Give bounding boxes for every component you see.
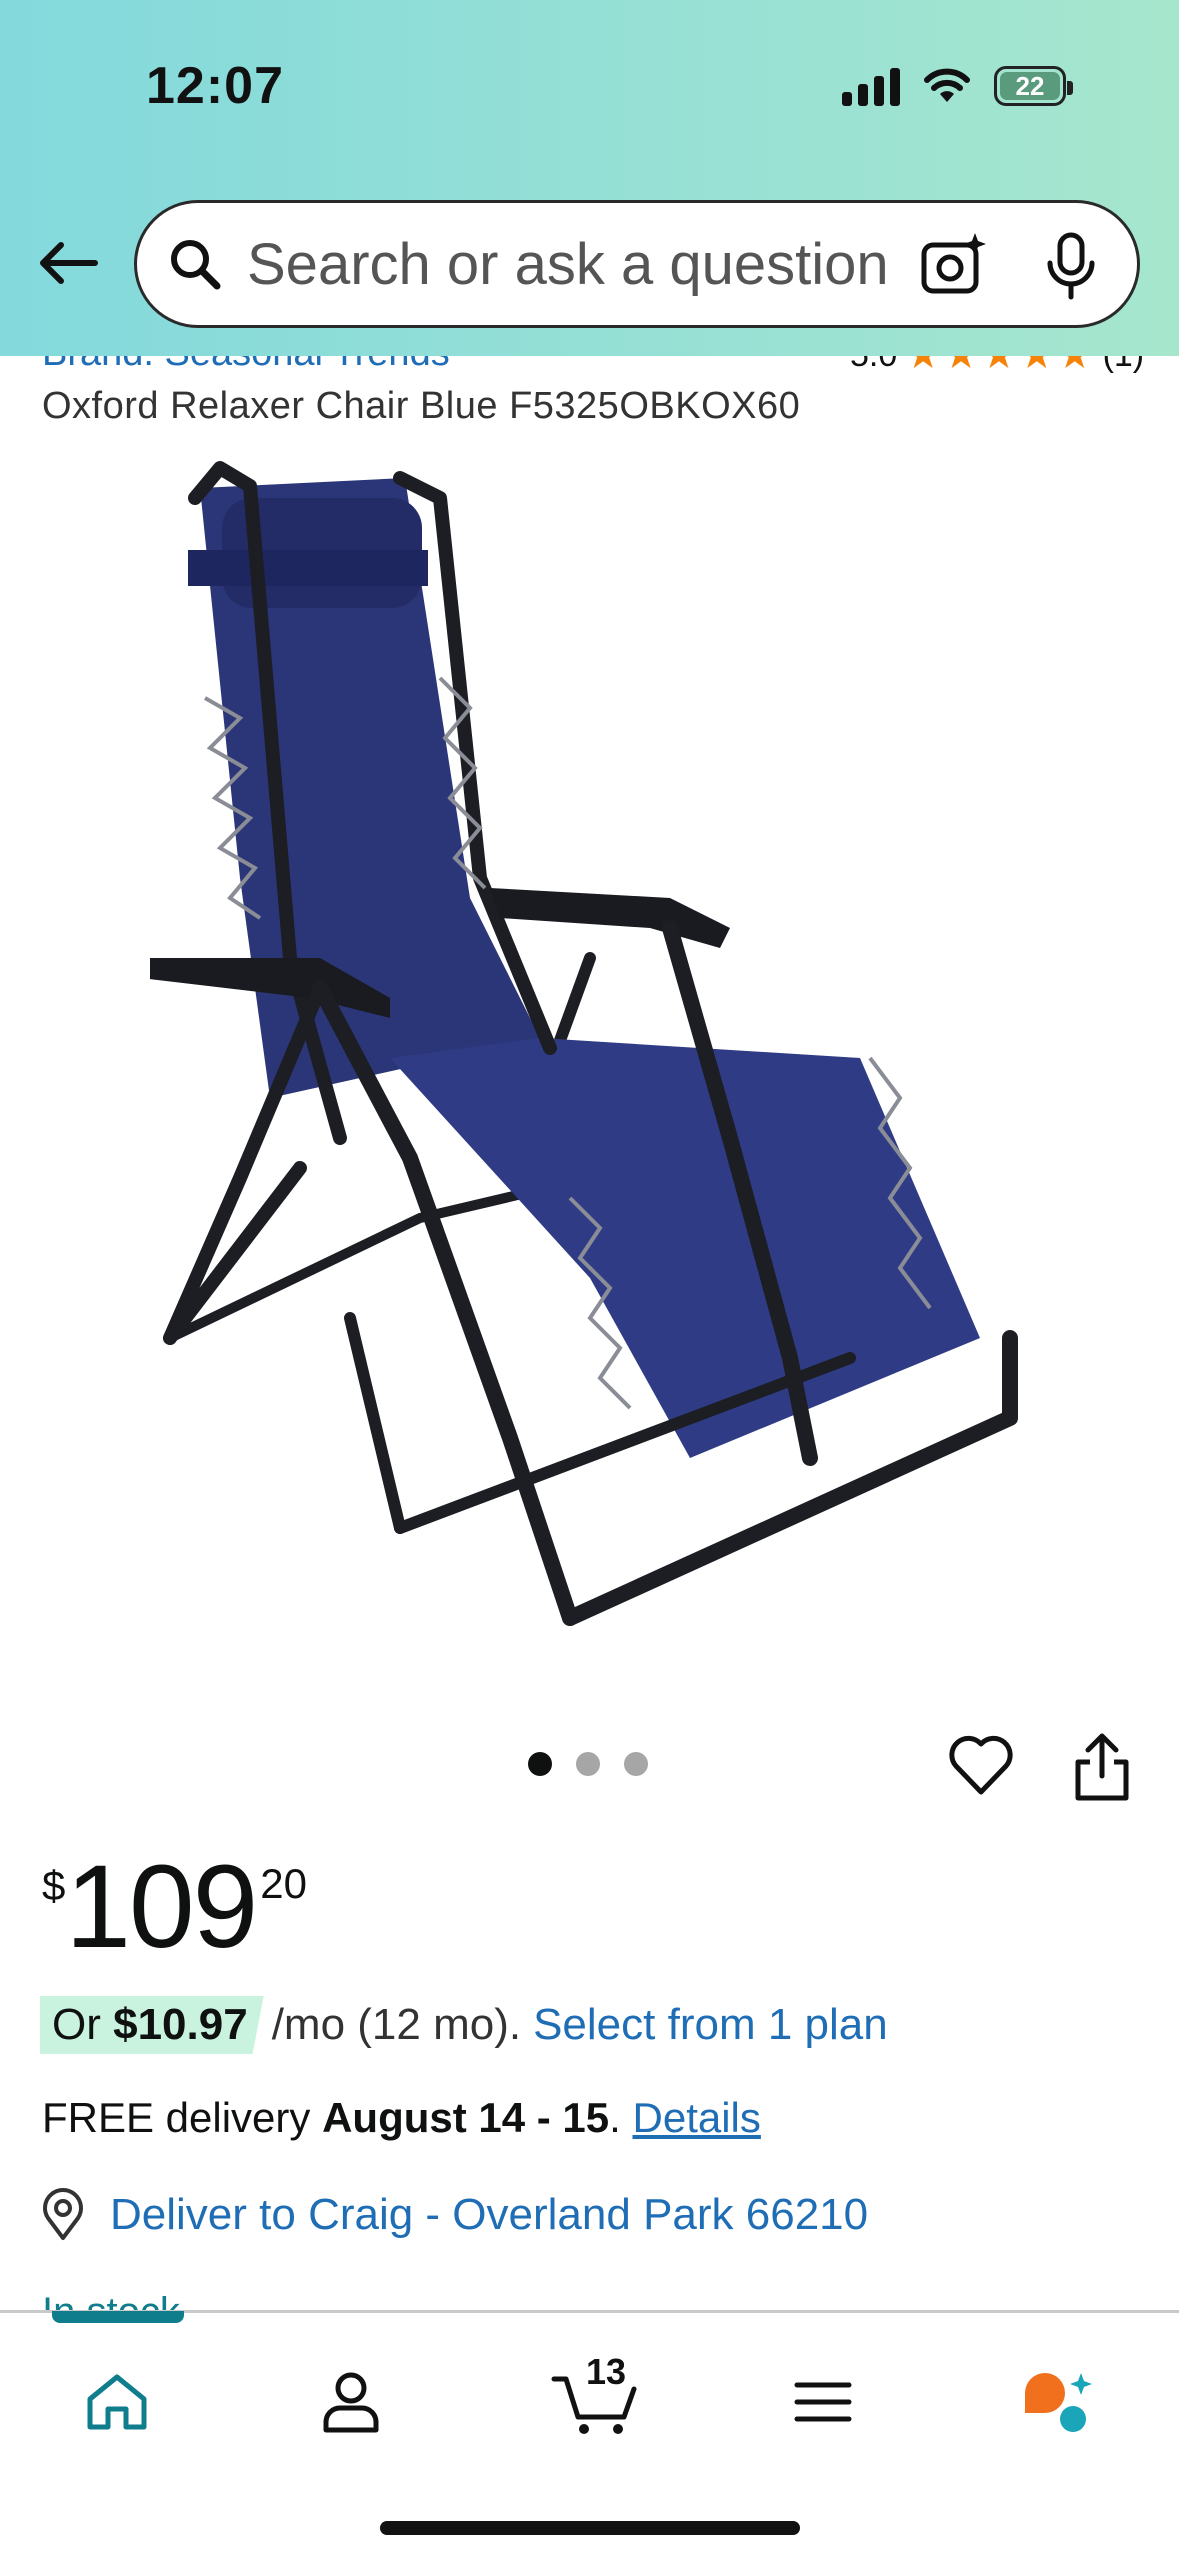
camera-search-icon[interactable] — [919, 231, 989, 301]
status-time: 12:07 — [146, 57, 284, 115]
deliver-to-label: Deliver to Craig - Overland Park 66210 — [110, 2190, 869, 2239]
image-carousel-indicator[interactable] — [528, 1752, 648, 1776]
product-title: Oxford Relaxer Chair Blue F5325OBKOX60 — [42, 385, 801, 427]
nav-cart[interactable]: 13 — [540, 2351, 650, 2447]
nav-menu[interactable] — [778, 2357, 868, 2447]
product-price: $ 109 20 — [42, 1848, 307, 1966]
microphone-icon[interactable] — [1039, 231, 1103, 301]
back-arrow-icon — [40, 242, 98, 284]
monthly-amount: $10.97 — [113, 2000, 248, 2049]
rufus-assistant-icon — [1025, 2373, 1092, 2432]
carousel-dot[interactable] — [528, 1752, 552, 1776]
hamburger-menu-icon — [794, 2382, 852, 2422]
home-icon — [87, 2374, 147, 2430]
home-indicator — [380, 2521, 800, 2535]
bottom-navigation: 13 — [0, 2310, 1179, 2556]
price-currency: $ — [42, 1862, 66, 1909]
active-tab-indicator — [52, 2311, 184, 2323]
back-button[interactable] — [30, 226, 104, 300]
product-image[interactable] — [150, 458, 1030, 1638]
search-bar[interactable]: Search or ask a question — [134, 200, 1140, 328]
select-plan-link[interactable]: Select from 1 plan — [533, 2000, 888, 2050]
status-icons: 22 — [842, 62, 1073, 110]
nav-rufus-assistant[interactable] — [1012, 2357, 1102, 2447]
stock-status: In stock — [42, 2290, 180, 2312]
carousel-dot[interactable] — [624, 1752, 648, 1776]
nav-account[interactable] — [306, 2357, 396, 2447]
wifi-icon — [924, 68, 970, 102]
deliver-to-location[interactable]: Deliver to Craig - Overland Park 66210 — [40, 2188, 868, 2242]
price-whole: 109 — [65, 1841, 258, 1973]
price-fraction: 20 — [260, 1860, 307, 1907]
carousel-dot[interactable] — [576, 1752, 600, 1776]
header: 12:07 22 Search or ask a question — [0, 0, 1179, 356]
account-icon — [323, 2372, 379, 2433]
delivery-dates: August 14 - 15 — [322, 2094, 610, 2141]
nav-home[interactable] — [72, 2357, 162, 2447]
cart-count-badge: 13 — [586, 2351, 627, 2392]
search-icon — [171, 240, 221, 290]
financing-badge: Or $10.97 — [40, 1996, 264, 2054]
cellular-signal-icon — [842, 66, 900, 106]
delivery-info: FREE delivery August 14 - 15. Details — [42, 2094, 761, 2141]
battery-icon: 22 — [994, 66, 1073, 106]
wishlist-heart-icon[interactable] — [946, 1730, 1016, 1800]
financing-term: /mo (12 mo). — [271, 2000, 522, 2049]
share-icon[interactable] — [1072, 1730, 1132, 1804]
search-input[interactable]: Search or ask a question — [247, 231, 947, 298]
battery-level: 22 — [1000, 71, 1060, 101]
location-pin-icon — [43, 2188, 83, 2240]
delivery-details-link[interactable]: Details — [633, 2094, 761, 2141]
financing-offer: Or $10.97 /mo (12 mo). Select from 1 pla… — [40, 1996, 888, 2054]
